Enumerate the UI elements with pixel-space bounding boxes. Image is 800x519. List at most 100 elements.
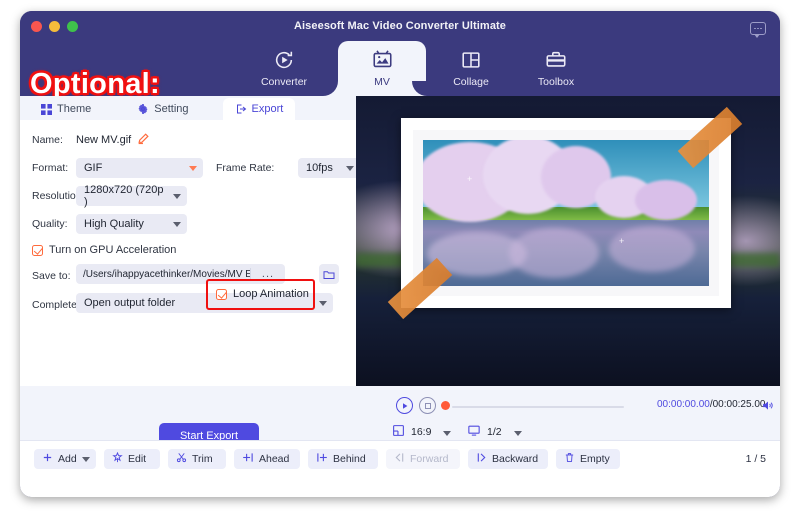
format-select[interactable]: GIF bbox=[76, 158, 203, 178]
add-button[interactable]: Add bbox=[34, 449, 96, 469]
sub-tab-export[interactable]: Export bbox=[223, 98, 296, 120]
empty-button[interactable]: Empty bbox=[556, 449, 620, 469]
preview-area[interactable]: + + bbox=[356, 96, 780, 386]
edit-button[interactable]: Edit bbox=[104, 449, 160, 469]
app-window: Aiseesoft Mac Video Converter Ultimate C… bbox=[20, 11, 780, 497]
aspect-ratio-control[interactable]: 16:9 bbox=[392, 424, 451, 440]
preview-photo: + + bbox=[423, 140, 709, 286]
sub-tab-theme-label: Theme bbox=[57, 103, 91, 115]
tab-converter[interactable]: Converter bbox=[240, 41, 328, 96]
play-button[interactable] bbox=[396, 397, 413, 414]
insert-behind-button[interactable]: Behind bbox=[308, 449, 378, 469]
export-form: Name: New MV.gif Format: bbox=[20, 120, 356, 386]
move-backward-button[interactable]: Backward bbox=[468, 449, 548, 469]
save-to-label: Save to: bbox=[32, 266, 71, 286]
volume-icon[interactable] bbox=[761, 399, 775, 417]
loop-animation-checkbox[interactable]: Loop Animation bbox=[216, 288, 309, 300]
plus-icon bbox=[42, 452, 53, 466]
tab-mv-label: MV bbox=[374, 76, 390, 88]
polaroid-frame: + + bbox=[401, 118, 731, 308]
clip-thumbnail-strip: 00:00:05 ✕ bbox=[20, 475, 780, 497]
tab-collage[interactable]: Collage bbox=[427, 41, 515, 96]
trim-button-label: Trim bbox=[192, 453, 213, 465]
window-title: Aiseesoft Mac Video Converter Ultimate bbox=[20, 20, 780, 32]
empty-button-label: Empty bbox=[580, 453, 610, 465]
photo-reflection bbox=[609, 226, 695, 272]
photo-reflection bbox=[509, 228, 599, 278]
toolbox-icon bbox=[545, 48, 567, 72]
frame-rate-label: Frame Rate: bbox=[216, 158, 274, 178]
quality-label: Quality: bbox=[32, 214, 68, 234]
move-forward-button[interactable]: Forward bbox=[386, 449, 460, 469]
save-to-path-value: /Users/ihappyacethinker/Movies/MV Export… bbox=[76, 269, 250, 280]
total-time: 00:00:25.00 bbox=[713, 399, 766, 410]
sub-tab-setting[interactable]: Setting bbox=[125, 98, 200, 120]
collage-icon bbox=[460, 48, 482, 72]
quality-select[interactable]: High Quality bbox=[76, 214, 187, 234]
chevron-down-icon bbox=[443, 431, 451, 436]
seek-handle[interactable] bbox=[441, 401, 450, 410]
gear-icon bbox=[137, 103, 149, 115]
insert-behind-icon bbox=[316, 452, 328, 466]
page-count: 1 / 5 bbox=[746, 453, 766, 465]
tab-converter-label: Converter bbox=[261, 76, 307, 88]
insert-behind-button-label: Behind bbox=[333, 453, 366, 465]
tab-toolbox-label: Toolbox bbox=[538, 76, 574, 88]
screen-split-control[interactable]: 1/2 bbox=[467, 424, 522, 440]
chevron-down-icon bbox=[173, 194, 181, 199]
move-forward-button-label: Forward bbox=[410, 453, 449, 465]
trash-icon bbox=[564, 452, 575, 466]
tab-toolbox[interactable]: Toolbox bbox=[512, 41, 600, 96]
screen-split-value: 1/2 bbox=[487, 426, 502, 438]
loop-animation-label: Loop Animation bbox=[233, 288, 309, 300]
screenshot-root: Aiseesoft Mac Video Converter Ultimate C… bbox=[0, 0, 800, 519]
more-options-icon[interactable] bbox=[750, 22, 766, 35]
mv-icon bbox=[371, 48, 394, 72]
tab-notch-right bbox=[412, 81, 427, 96]
tab-collage-label: Collage bbox=[453, 76, 489, 88]
frame-rate-select[interactable]: 10fps bbox=[298, 158, 360, 178]
app-body: Theme Setting bbox=[20, 96, 780, 497]
current-time: 00:00:00.00 bbox=[657, 399, 710, 410]
chevron-down-icon bbox=[173, 222, 181, 227]
clip-toolbar: Add Edit bbox=[20, 440, 780, 476]
chevron-down-icon bbox=[346, 166, 354, 171]
monitor-icon bbox=[467, 424, 481, 440]
title-bar: Aiseesoft Mac Video Converter Ultimate bbox=[20, 11, 780, 41]
checkbox-icon bbox=[32, 245, 43, 256]
sparkle-icon: + bbox=[619, 236, 624, 246]
grid-icon bbox=[40, 103, 52, 115]
resolution-select[interactable]: 1280x720 (720p ) bbox=[76, 186, 187, 206]
insert-ahead-button-label: Ahead bbox=[259, 453, 289, 465]
insert-ahead-button[interactable]: Ahead bbox=[234, 449, 300, 469]
aspect-ratio-value: 16:9 bbox=[411, 426, 431, 438]
chevron-down-icon bbox=[319, 301, 327, 306]
name-label: Name: bbox=[32, 130, 63, 150]
main-tab-bar: Converter MV bbox=[20, 41, 780, 96]
export-icon bbox=[235, 103, 247, 115]
pencil-icon[interactable] bbox=[137, 132, 150, 145]
edit-button-label: Edit bbox=[128, 453, 146, 465]
polaroid-inner-mat: + + bbox=[413, 130, 719, 296]
seek-track[interactable] bbox=[452, 406, 624, 408]
chevron-down-icon bbox=[189, 166, 197, 171]
stop-icon bbox=[425, 403, 431, 409]
folder-icon[interactable] bbox=[319, 264, 339, 284]
scissors-icon bbox=[176, 452, 187, 466]
sub-tab-bar: Theme Setting bbox=[28, 98, 356, 120]
export-panel: Theme Setting bbox=[20, 96, 356, 386]
sub-tab-theme[interactable]: Theme bbox=[28, 98, 103, 120]
add-button-label: Add bbox=[58, 453, 77, 465]
sub-tab-export-label: Export bbox=[252, 103, 284, 115]
photo-blossom-tree bbox=[635, 180, 697, 220]
trim-button[interactable]: Trim bbox=[168, 449, 226, 469]
move-backward-icon bbox=[476, 452, 487, 466]
insert-ahead-icon bbox=[242, 452, 254, 466]
stop-button[interactable] bbox=[419, 397, 436, 414]
name-value: New MV.gif bbox=[76, 130, 131, 150]
sub-tab-setting-label: Setting bbox=[154, 103, 188, 115]
sparkle-icon: + bbox=[467, 174, 472, 184]
chevron-down-icon bbox=[514, 431, 522, 436]
converter-icon bbox=[273, 48, 295, 72]
gpu-acceleration-checkbox[interactable]: Turn on GPU Acceleration bbox=[32, 240, 176, 260]
